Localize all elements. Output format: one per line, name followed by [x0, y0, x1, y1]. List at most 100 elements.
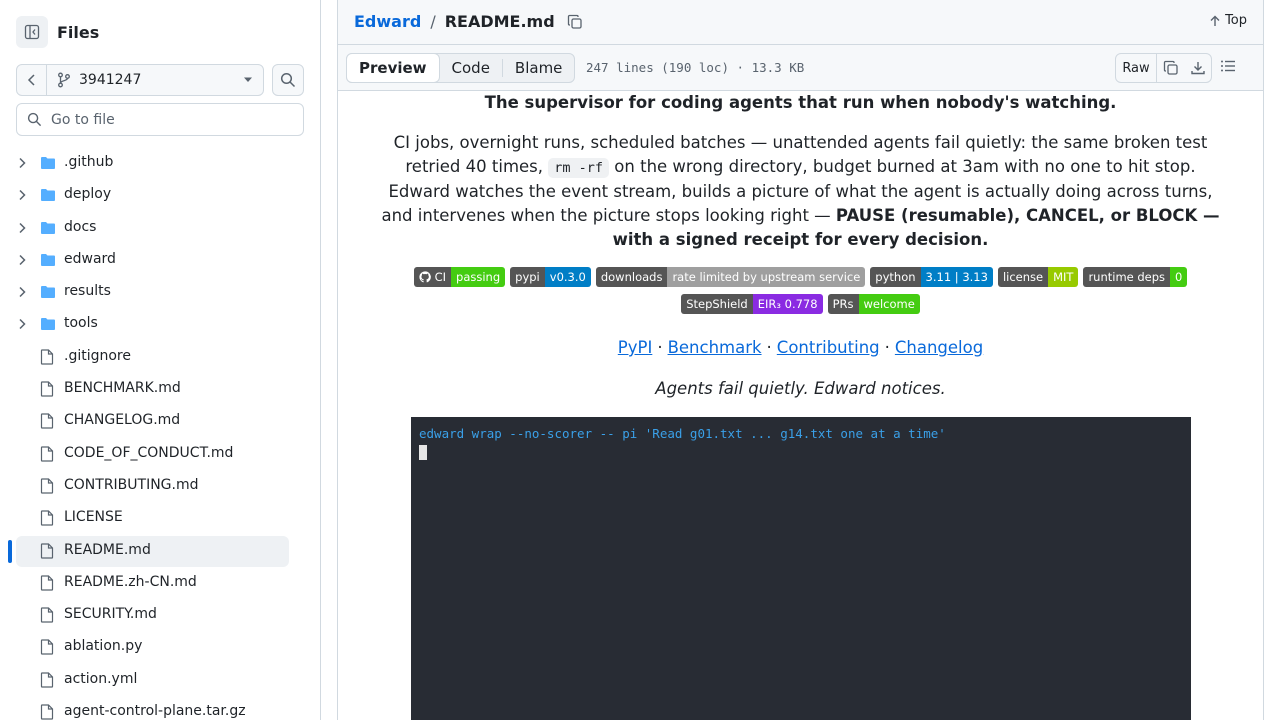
badge-label-text: python — [875, 270, 916, 284]
terminal-cursor — [419, 445, 427, 460]
badge-value: rate limited by upstream service — [667, 267, 866, 287]
tree-file-item[interactable]: README.zh-CN.md — [0, 567, 320, 599]
outline-button[interactable] — [1220, 58, 1236, 78]
badge-value: EIR₃ 0.778 — [752, 294, 823, 314]
file-icon — [40, 639, 54, 656]
readme-badge[interactable]: pypi v0.3.0 — [510, 267, 591, 287]
branch-selector[interactable]: 3941247 — [47, 65, 263, 95]
branch-name: 3941247 — [79, 72, 142, 88]
copy-raw-button[interactable] — [1157, 54, 1184, 82]
expand-toggle[interactable] — [18, 285, 30, 299]
readme-link[interactable]: Contributing — [777, 338, 880, 357]
badge-label: downloads — [595, 267, 668, 287]
expand-toggle[interactable] — [18, 156, 30, 170]
tree-item-label: action.yml — [64, 670, 138, 687]
expand-toggle[interactable] — [18, 253, 30, 267]
breadcrumb-repo-link[interactable]: Edward — [354, 12, 421, 31]
tree-item-icon — [40, 284, 56, 300]
tree-folder-item[interactable]: docs — [0, 212, 320, 244]
tab-blame[interactable]: Blame — [503, 54, 575, 82]
search-icon — [280, 72, 296, 88]
sidebar-title: Files — [57, 22, 100, 42]
search-files-button[interactable] — [272, 64, 304, 96]
readme-badge[interactable]: runtime deps 0 — [1083, 267, 1188, 287]
badge-value: 3.11 | 3.13 — [920, 267, 993, 287]
file-icon — [40, 446, 54, 462]
download-button[interactable] — [1184, 54, 1211, 82]
folder-icon — [41, 318, 55, 331]
readme-badge[interactable]: PRs welcome — [827, 294, 920, 314]
chevron-right-icon — [19, 222, 26, 233]
readme-badge[interactable]: python 3.11 | 3.13 — [870, 267, 993, 287]
tab-preview[interactable]: Preview — [346, 53, 440, 83]
tab-code[interactable]: Code — [440, 54, 502, 82]
chevron-right-icon — [19, 157, 26, 169]
tree-item-icon — [40, 510, 56, 526]
tree-file-item[interactable]: action.yml — [0, 664, 320, 696]
tree-folder-item[interactable]: results — [0, 276, 320, 308]
readme-link[interactable]: Benchmark — [668, 338, 762, 357]
badge-label-text: PRs — [832, 297, 854, 311]
terminal-command: edward wrap --no-scorer -- pi 'Read g01.… — [419, 426, 946, 441]
readme-link[interactable]: PyPI — [618, 338, 653, 357]
inline-code: rm -rf — [548, 158, 610, 178]
collapse-sidebar-button[interactable] — [16, 16, 48, 48]
expand-toggle[interactable] — [18, 188, 30, 202]
go-to-file-input[interactable]: Go to file — [16, 103, 304, 136]
folder-icon — [41, 157, 55, 169]
tree-file-item[interactable]: agent-control-plane.tar.gz — [0, 696, 320, 720]
branch-row: 3941247 — [16, 64, 304, 96]
tree-item-icon — [40, 575, 56, 591]
badge-label-text: license — [1002, 270, 1044, 284]
breadcrumb-separator: / — [430, 12, 436, 31]
chevron-right-icon — [19, 287, 26, 298]
selected-background — [16, 535, 289, 567]
tree-file-item[interactable]: LICENSE — [0, 502, 320, 534]
tree-folder-item[interactable]: .github — [0, 147, 320, 179]
badge-value: passing — [451, 267, 506, 287]
top-label: Top — [1225, 13, 1247, 28]
expand-toggle[interactable] — [18, 221, 30, 235]
tree-file-item[interactable]: CONTRIBUTING.md — [0, 470, 320, 502]
readme-badge[interactable]: StepShield EIR₃ 0.778 — [681, 294, 823, 314]
tree-item-icon — [40, 155, 56, 171]
tree-file-item[interactable]: README.md — [0, 535, 320, 567]
tree-item-icon — [40, 187, 56, 203]
tree-file-item[interactable]: .gitignore — [0, 341, 320, 373]
badge-label: StepShield — [681, 294, 753, 314]
tree-folder-item[interactable]: tools — [0, 308, 320, 340]
tree-file-item[interactable]: BENCHMARK.md — [0, 373, 320, 405]
tree-item-label: agent-control-plane.tar.gz — [64, 703, 246, 720]
readme-tagline: The supervisor for coding agents that ru… — [484, 93, 1117, 112]
github-icon — [418, 271, 431, 283]
link-separator: · — [884, 338, 890, 357]
raw-button[interactable]: Raw — [1116, 54, 1157, 82]
expand-toggle[interactable] — [18, 317, 30, 331]
tree-file-item[interactable]: ablation.py — [0, 631, 320, 663]
readme-link[interactable]: Changelog — [895, 338, 983, 357]
tree-folder-item[interactable]: deploy — [0, 179, 320, 211]
back-button[interactable] — [17, 65, 47, 95]
copy-path-button[interactable] — [567, 14, 583, 30]
sidebar-header: Files — [16, 16, 99, 48]
readme-badge[interactable]: license MIT — [997, 267, 1079, 287]
tree-file-item[interactable]: CODE_OF_CONDUCT.md — [0, 438, 320, 470]
chevron-right-icon — [19, 254, 26, 265]
readme-badge[interactable]: CI passing — [413, 267, 506, 287]
tree-file-item[interactable]: SECURITY.md — [0, 599, 320, 631]
tree-file-item[interactable]: CHANGELOG.md — [0, 405, 320, 437]
file-icon — [40, 575, 54, 591]
readme-motto: Agents fail quietly. Edward notices. — [655, 379, 946, 398]
tree-item-icon — [40, 220, 56, 236]
badge-label: runtime deps — [1083, 267, 1171, 287]
top-button[interactable]: Top — [1209, 13, 1247, 28]
tree-item-label: ablation.py — [64, 638, 143, 655]
readme-badge[interactable]: downloads rate limited by upstream servic… — [595, 267, 866, 287]
view-mode-tabs: Preview Code Blame — [346, 53, 576, 83]
badge-value: v0.3.0 — [544, 267, 591, 287]
download-icon — [1190, 62, 1205, 75]
tree-item-icon — [40, 252, 56, 268]
tree-folder-item[interactable]: edward — [0, 244, 320, 276]
file-icon — [40, 672, 54, 688]
badge-label: pypi — [510, 267, 545, 287]
